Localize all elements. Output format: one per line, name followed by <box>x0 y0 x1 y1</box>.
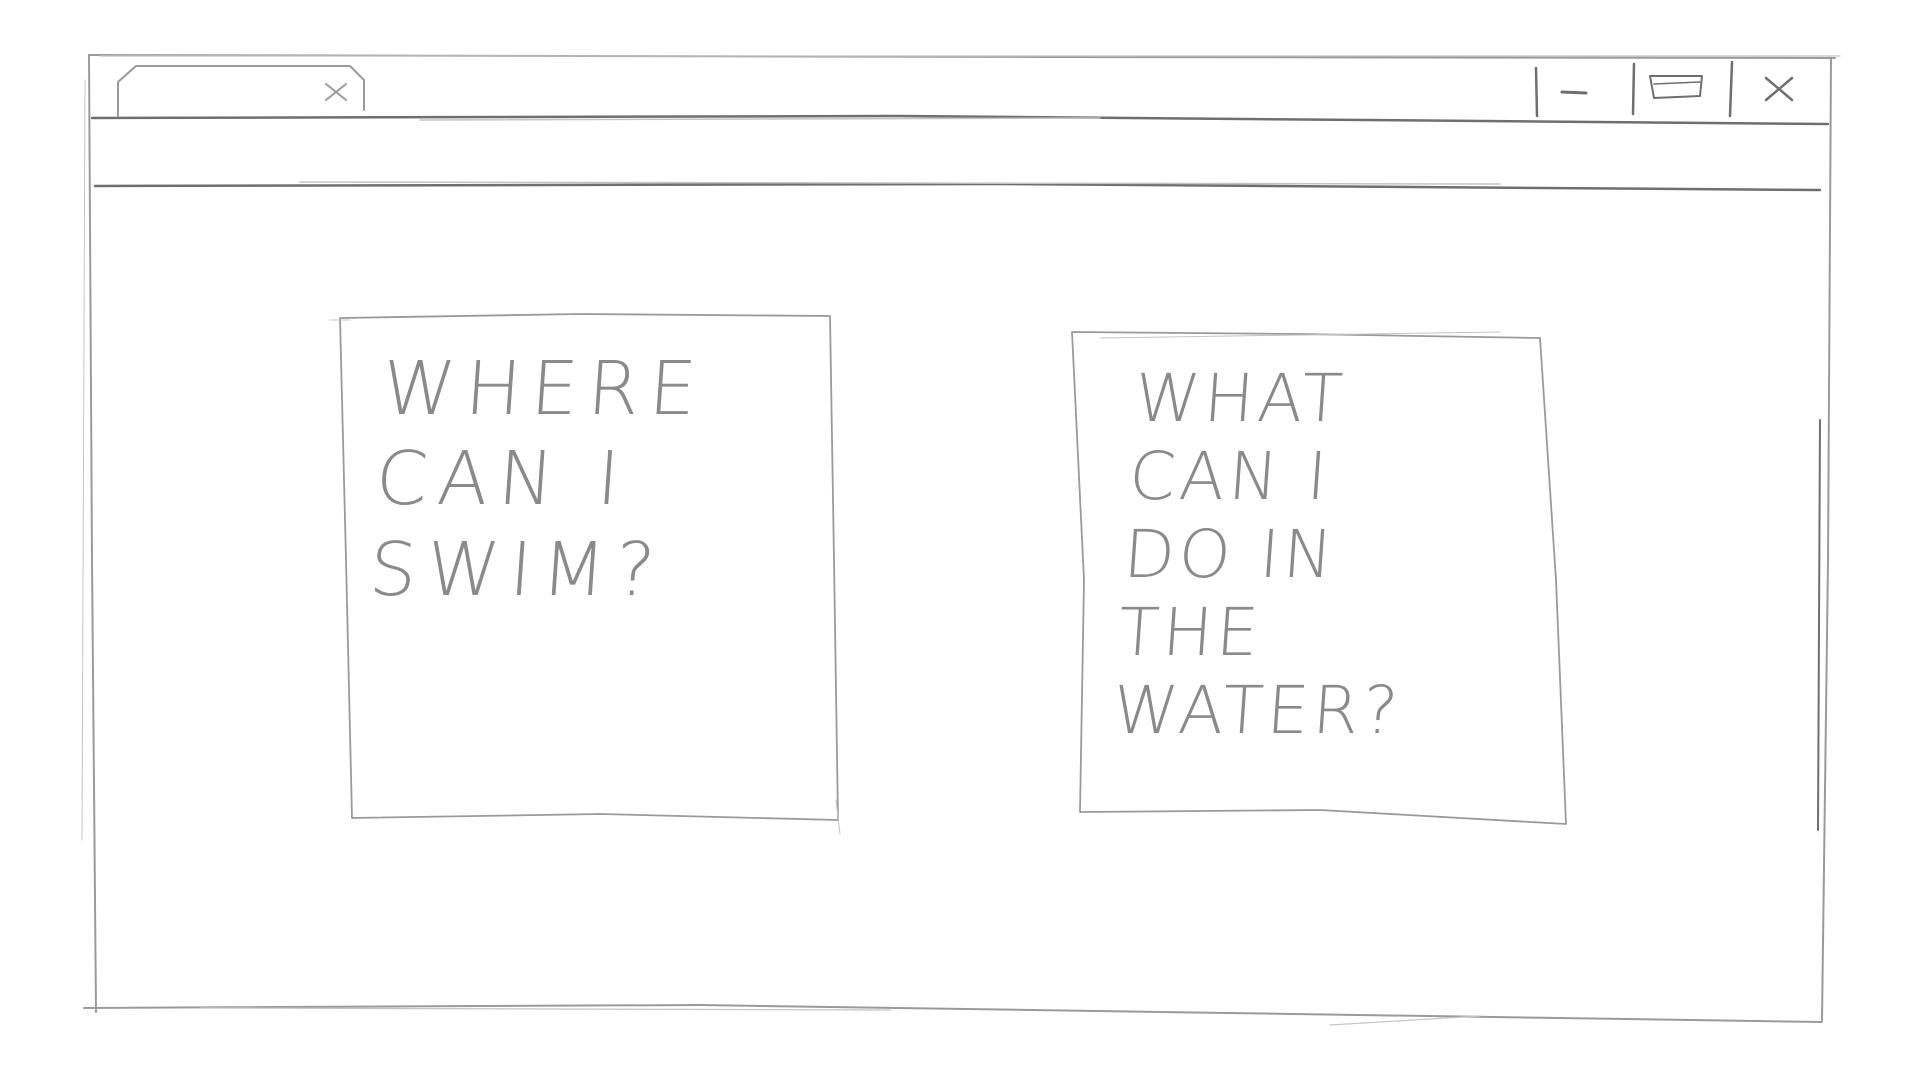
tab-close-button[interactable] <box>316 74 350 108</box>
card-title: WHERE CAN I SWIM? <box>366 346 710 613</box>
toolbar <box>92 120 1828 186</box>
card-title: WHAT CAN I DO IN THE WATER? <box>1110 360 1405 749</box>
window-close-button[interactable] <box>1738 62 1824 120</box>
minimize-button[interactable] <box>1536 62 1632 120</box>
card-where-can-i-swim[interactable]: WHERE CAN I SWIM? <box>340 314 840 824</box>
card-what-can-i-do[interactable]: WHAT CAN I DO IN THE WATER? <box>1088 330 1564 816</box>
maximize-button[interactable] <box>1636 62 1732 120</box>
